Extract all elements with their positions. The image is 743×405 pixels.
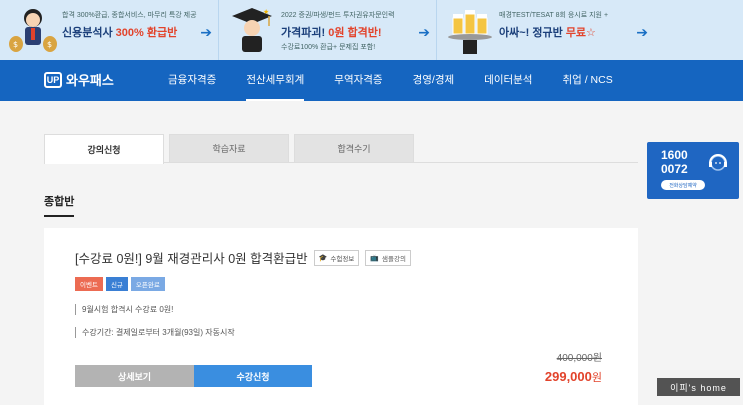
- svg-text:$: $: [47, 40, 52, 49]
- sample-lecture-label: 샘플강의: [382, 255, 406, 263]
- blog-watermark: 이피's home: [657, 378, 740, 396]
- original-price: 400,000원: [556, 353, 602, 364]
- nav-item-jobs-ncs[interactable]: 취업 / NCS: [562, 60, 612, 101]
- badge-open: 오픈완료: [130, 277, 165, 291]
- enroll-button[interactable]: 수강신청: [194, 365, 312, 387]
- nav-item-computerized-accounting[interactable]: 전산세무회계: [246, 60, 305, 101]
- promo-headline: 아싸~! 정규반 무료☆: [499, 27, 596, 39]
- sample-lecture-button[interactable]: 📺 샘플강의: [365, 249, 411, 266]
- arrow-right-icon[interactable]: ➔: [636, 24, 648, 41]
- exam-info-button[interactable]: 🎓 수험정보: [313, 249, 360, 266]
- headset-agent-icon: [709, 154, 727, 171]
- section-title: 종합반: [44, 193, 75, 217]
- tab-study-materials[interactable]: 학습자료: [169, 134, 289, 162]
- phone-consult-widget[interactable]: 1600 0072 전화상담예약: [647, 142, 739, 199]
- svg-text:★: ★: [263, 8, 269, 16]
- tab-course-enroll[interactable]: 강의신청: [44, 134, 164, 164]
- promo-sub-text: 수강료100% 환급+ 문제집 포함!: [281, 44, 376, 51]
- promo-banner: $ $ 합격 300%환급, 종합서비스, 마무리 특강 제공 신용분석사 30…: [0, 0, 743, 60]
- badge-event: 이벤트: [75, 277, 103, 291]
- course-desc-line: 9월시험 합격시 수강료 0원!: [75, 304, 235, 315]
- promo-small-text: 2022 증권/파생/펀드 투자권유자문인력: [281, 12, 395, 19]
- nav-item-business-economics[interactable]: 경영/경제: [413, 60, 455, 101]
- tab-pass-reviews[interactable]: 합격수기: [294, 134, 414, 162]
- nav-menu: 금융자격증 전산세무회계 무역자격증 경영/경제 데이터분석 취업 / NCS: [168, 60, 643, 101]
- course-content: 강의신청 학습자료 합격수기: [44, 134, 638, 164]
- promo-headline: 신용분석사 300% 환급반: [62, 27, 178, 39]
- graduation-cap-icon: 🎓: [318, 254, 328, 262]
- site-logo[interactable]: UP 와우패스: [44, 70, 114, 89]
- nav-item-trade-certs[interactable]: 무역자격증: [334, 60, 382, 101]
- promo-item-investment-advisor[interactable]: ★ 2022 증권/파생/펀드 투자권유자문인력 가격파괴! 0원 합격반! 수…: [218, 0, 436, 60]
- main-navigation: UP 와우패스 금융자격증 전산세무회계 무역자격증 경영/경제 데이터분석 취…: [0, 60, 743, 101]
- promo-headline: 가격파괴! 0원 합격반!: [281, 27, 382, 39]
- course-title[interactable]: [수강료 0원!] 9월 재경관리사 0원 합격환급반: [75, 248, 308, 267]
- course-tabs: 강의신청 학습자료 합격수기: [44, 134, 638, 164]
- nav-item-finance-certs[interactable]: 금융자격증: [168, 60, 216, 101]
- badge-new: 신규: [105, 277, 128, 291]
- course-desc-line: 수강기간: 결제일로부터 3개월(93일) 자동시작: [75, 327, 235, 338]
- graduate-illustration: ★: [232, 8, 272, 52]
- svg-text:$: $: [13, 40, 18, 49]
- promo-small-text: 매경TEST/TESAT 8회 응시료 지원 +: [499, 12, 609, 19]
- tv-icon: 📺: [370, 254, 379, 262]
- promo-item-credit-analyst[interactable]: $ $ 합격 300%환급, 종합서비스, 마무리 특강 제공 신용분석사 30…: [0, 0, 218, 60]
- arrow-right-icon[interactable]: ➔: [200, 24, 212, 41]
- consult-phone-number: 1600 0072: [661, 148, 688, 176]
- course-card: [수강료 0원!] 9월 재경관리사 0원 합격환급반 🎓 수험정보 📺 샘플강…: [44, 228, 638, 405]
- view-details-button[interactable]: 상세보기: [75, 365, 194, 387]
- consult-reserve-label: 전화상담예약: [661, 180, 705, 190]
- course-badges: 이벤트 신규 오픈완료: [75, 277, 168, 291]
- exam-info-label: 수험정보: [330, 255, 355, 263]
- money-bags-illustration: $ $: [9, 9, 57, 52]
- promo-small-text: 합격 300%환급, 종합서비스, 마무리 특강 제공: [62, 12, 197, 19]
- promo-item-test-tesat[interactable]: 매경TEST/TESAT 8회 응시료 지원 + 아싸~! 정규반 무료☆ ➔: [436, 0, 654, 60]
- sale-price: 299,000원: [544, 369, 602, 384]
- logo-mark-icon: UP: [44, 71, 62, 88]
- nav-item-data-analysis[interactable]: 데이터분석: [484, 60, 532, 101]
- logo-text: 와우패스: [66, 73, 114, 88]
- arrow-right-icon[interactable]: ➔: [418, 24, 430, 41]
- drinks-tray-illustration: [448, 10, 492, 54]
- course-description: 9월시험 합격시 수강료 0원! 수강기간: 결제일로부터 3개월(93일) 자…: [75, 304, 235, 350]
